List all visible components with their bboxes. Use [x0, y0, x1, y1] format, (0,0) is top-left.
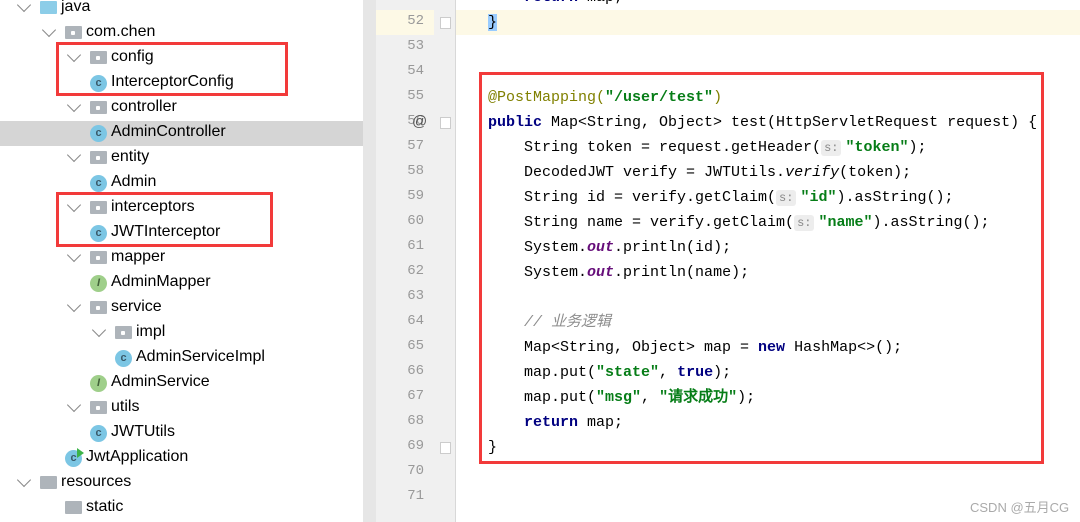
package-icon — [90, 101, 107, 114]
tree-item-label: AdminService — [111, 373, 210, 390]
package-icon — [90, 401, 107, 414]
interface-icon: I — [90, 275, 107, 292]
line-number: 68 — [407, 413, 424, 429]
folder-icon — [65, 501, 82, 514]
run-icon — [77, 448, 84, 458]
package-icon — [115, 326, 132, 339]
line-number: 58 — [407, 163, 424, 179]
tree-item-label: impl — [136, 323, 166, 340]
chevron-down-icon[interactable] — [91, 322, 107, 338]
tree-item-label: resources — [61, 473, 132, 490]
line-number: 63 — [407, 288, 424, 304]
code-line: } — [456, 10, 1080, 35]
line-number: 55 — [407, 88, 424, 104]
tree-item[interactable]: c AdminServiceImpl — [0, 346, 363, 371]
line-number: 59 — [407, 188, 424, 204]
tree-item-label: com.chen — [86, 23, 156, 40]
tree-scrollbar[interactable] — [363, 0, 376, 522]
line-number: 53 — [407, 38, 424, 54]
line-number: 51 — [376, 0, 424, 4]
package-icon — [65, 26, 82, 39]
spring-boot-app-icon: c — [65, 448, 84, 467]
line-number: 65 — [407, 338, 424, 354]
package-icon — [90, 301, 107, 314]
line-number: 57 — [407, 138, 424, 154]
resources-folder-icon — [40, 476, 57, 489]
source-folder-icon — [40, 1, 57, 14]
tree-item-label: utils — [111, 398, 140, 415]
line-number: 69 — [407, 438, 424, 454]
watermark: CSDN @五月CG — [970, 500, 1070, 515]
line-number: 66 — [407, 363, 424, 379]
interface-icon: I — [90, 375, 107, 392]
chevron-down-icon[interactable] — [41, 22, 57, 38]
tree-item[interactable]: c AdminController — [0, 121, 363, 146]
chevron-down-icon[interactable] — [66, 247, 82, 263]
highlight-box-code — [479, 72, 1044, 464]
tree-item[interactable]: entity — [0, 146, 363, 171]
chevron-down-icon[interactable] — [66, 97, 82, 113]
tree-item[interactable]: java — [0, 0, 363, 21]
class-icon: c — [90, 125, 107, 142]
tree-item[interactable]: static — [0, 496, 363, 521]
fold-marker-icon[interactable] — [440, 442, 451, 454]
fold-marker-icon[interactable] — [440, 117, 451, 129]
highlight-box-config — [56, 42, 288, 96]
tree-item-label: AdminMapper — [111, 273, 211, 290]
tree-item[interactable]: impl — [0, 321, 363, 346]
tree-item-label: AdminServiceImpl — [136, 348, 265, 365]
fold-marker-icon[interactable] — [440, 17, 451, 29]
line-number: 54 — [407, 63, 424, 79]
tree-item[interactable]: I AdminService — [0, 371, 363, 396]
editor-gutter: 515253545556@575859606162636465666768697… — [376, 0, 456, 522]
tree-item[interactable]: c JwtApplication — [0, 446, 363, 471]
tree-item-label: static — [86, 498, 124, 515]
package-icon — [90, 151, 107, 164]
chevron-down-icon[interactable] — [66, 147, 82, 163]
class-icon: c — [115, 350, 132, 367]
code-token: } — [488, 14, 498, 31]
class-icon: c — [90, 425, 107, 442]
tree-item-label: AdminController — [111, 123, 226, 140]
tree-item-label: service — [111, 298, 162, 315]
line-number: 60 — [407, 213, 424, 229]
line-number: 52 — [376, 13, 424, 29]
tree-item[interactable]: c JWTUtils — [0, 421, 363, 446]
tree-item-label: mapper — [111, 248, 166, 265]
highlight-box-interceptors — [56, 192, 273, 247]
package-icon — [90, 251, 107, 264]
class-icon: c — [90, 175, 107, 192]
code-token: map; — [578, 0, 623, 6]
tree-item-label: Admin — [111, 173, 157, 190]
chevron-down-icon[interactable] — [16, 472, 32, 488]
tree-item[interactable]: service — [0, 296, 363, 321]
tree-item-label: controller — [111, 98, 177, 115]
line-number: 67 — [407, 388, 424, 404]
line-number: 64 — [407, 313, 424, 329]
tree-item-label: JWTUtils — [111, 423, 175, 440]
tree-item[interactable]: utils — [0, 396, 363, 421]
tree-item-label: java — [61, 0, 91, 15]
tree-item-label: entity — [111, 148, 150, 165]
line-number: 70 — [407, 463, 424, 479]
tree-item[interactable]: I AdminMapper — [0, 271, 363, 296]
tree-item[interactable]: resources — [0, 471, 363, 496]
line-number: 62 — [407, 263, 424, 279]
chevron-down-icon[interactable] — [16, 0, 32, 13]
line-number: 71 — [407, 488, 424, 504]
line-number: 61 — [407, 238, 424, 254]
override-marker-icon[interactable]: @ — [412, 113, 427, 130]
tree-item-label: JwtApplication — [86, 448, 189, 465]
tree-item[interactable]: controller — [0, 96, 363, 121]
chevron-down-icon[interactable] — [66, 397, 82, 413]
code-line: return map; — [456, 0, 1080, 10]
code-token: return — [524, 0, 578, 6]
chevron-down-icon[interactable] — [66, 297, 82, 313]
tree-item[interactable]: mapper — [0, 246, 363, 271]
